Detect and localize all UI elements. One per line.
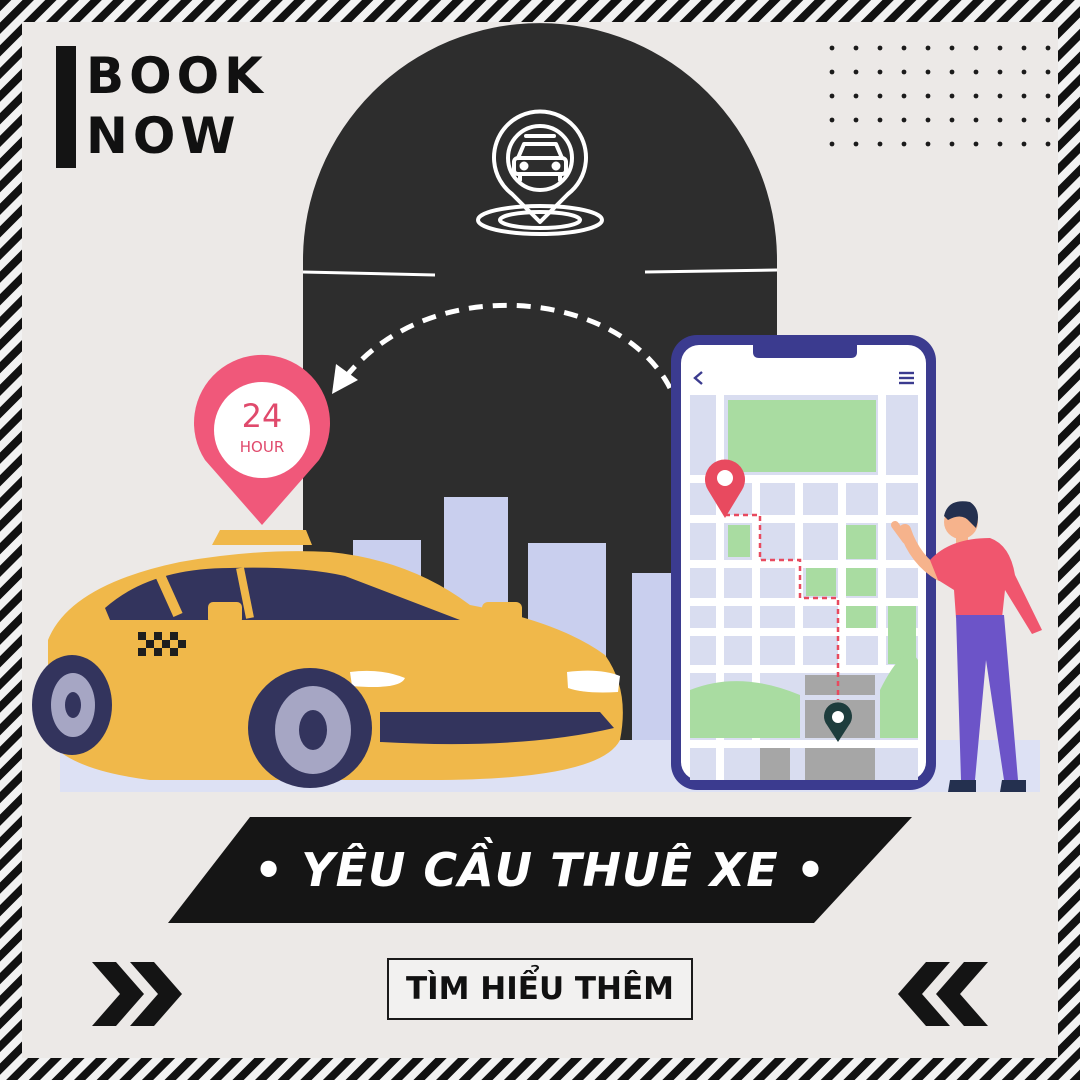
double-chevron-left-icon	[898, 962, 988, 1026]
pin-unit: HOUR	[240, 438, 285, 456]
learn-more-button[interactable]: TÌM HIỂU THÊM	[387, 958, 693, 1020]
double-chevron-right-icon	[92, 962, 182, 1026]
pin-number: 24	[242, 397, 283, 435]
phone-map-illustration	[671, 335, 936, 790]
headline-text: • YÊU CẦU THUÊ XE •	[253, 843, 827, 897]
headline-banner: • YÊU CẦU THUÊ XE •	[168, 817, 912, 923]
